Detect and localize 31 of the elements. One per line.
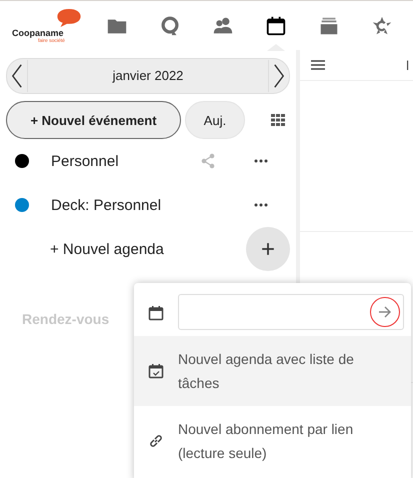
weekday-header: l — [406, 58, 409, 72]
new-event-button[interactable]: + Nouvel événement — [6, 101, 181, 139]
link-icon — [148, 433, 164, 449]
menu-option[interactable]: Nouvel agenda avec liste de tâches — [134, 336, 411, 406]
month-label: janvier 2022 — [27, 60, 269, 92]
menu-option[interactable]: Nouvel abonnement par lien (lecture seule) — [134, 406, 411, 476]
today-button[interactable]: Auj. — [185, 101, 245, 139]
calendar-icon — [148, 304, 164, 320]
new-calendar-link[interactable]: + Nouvel agenda — [50, 240, 246, 258]
calendar-name[interactable]: Personnel — [51, 152, 200, 170]
add-button[interactable] — [246, 227, 290, 271]
option-label: Nouvel agenda avec liste de tâches — [178, 350, 355, 393]
speech-bubble-icon — [56, 8, 82, 26]
month-picker[interactable]: janvier 2022 — [6, 58, 290, 94]
calendar-name[interactable]: Deck: Personnel — [51, 196, 254, 214]
option-label: Nouvel abonnement par lien (lecture seule) — [178, 420, 354, 463]
more-icon[interactable] — [254, 159, 268, 163]
arrow-right-icon — [378, 305, 392, 319]
calendar-name-field[interactable] — [178, 294, 404, 330]
plus-icon — [261, 242, 275, 256]
logo-name: Coopaname — [12, 28, 64, 38]
calendar-icon[interactable] — [264, 14, 286, 36]
star-icon[interactable] — [370, 14, 392, 36]
grid-view-icon[interactable] — [271, 114, 285, 126]
circle-icon[interactable] — [158, 14, 180, 36]
submit-button[interactable] — [370, 297, 400, 327]
calendar-dot[interactable] — [15, 154, 29, 168]
more-icon[interactable] — [254, 203, 268, 207]
calendar-dot[interactable] — [15, 198, 29, 212]
calendar-check-icon — [148, 363, 164, 379]
menu-icon[interactable] — [311, 60, 325, 70]
